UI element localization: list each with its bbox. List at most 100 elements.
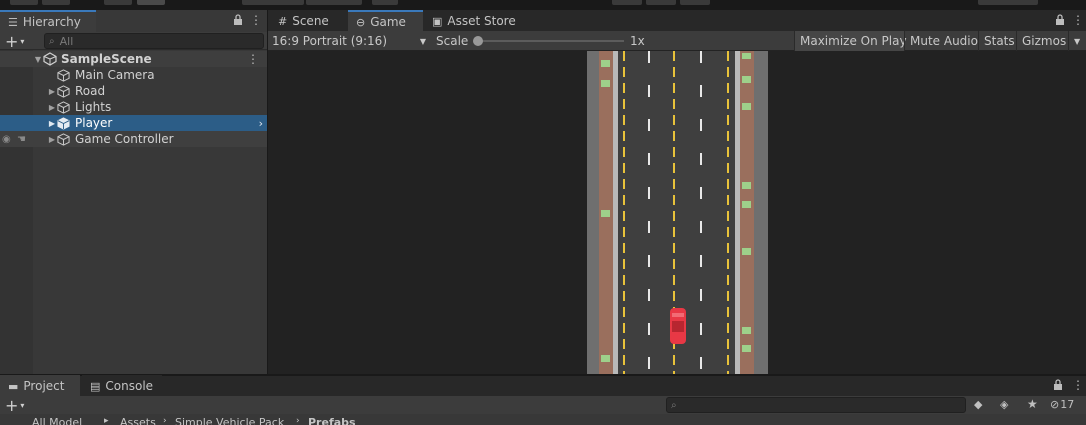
pivot-center-toggle[interactable]: [242, 0, 304, 5]
transform-tool-button[interactable]: [137, 0, 165, 5]
hierarchy-item-game-controller[interactable]: ◉ ☚ ▶ Game Controller: [0, 131, 267, 147]
game-toolbar: 16:9 Portrait (9:16) ▼ Scale 1x Maximize…: [268, 31, 1086, 51]
tab-label: Project: [23, 379, 65, 393]
plus-icon: +: [5, 395, 19, 415]
tab-console[interactable]: ▤ Console: [82, 375, 162, 397]
scale-slider[interactable]: [473, 36, 624, 46]
tab-label: Scene: [292, 14, 329, 28]
hierarchy-item-lights[interactable]: ▶ Lights: [0, 99, 267, 115]
search-icon: ⌕: [671, 399, 677, 411]
hierarchy-search-input[interactable]: ⌕ All: [44, 33, 264, 49]
stats-toggle[interactable]: Stats: [978, 31, 1016, 51]
favorites-star-icon[interactable]: ★: [1027, 397, 1038, 411]
breadcrumb-item[interactable]: Prefabs: [308, 416, 356, 425]
collab-button[interactable]: [978, 0, 1038, 5]
item-label: Player: [75, 116, 113, 130]
bottom-tabbar: [0, 376, 1086, 397]
aspect-label: 16:9 Portrait (9:16): [272, 34, 388, 48]
lock-icon[interactable]: [1052, 378, 1064, 392]
maximize-on-play-toggle[interactable]: Maximize On Play: [794, 31, 907, 51]
chevron-right-icon[interactable]: ›: [259, 117, 263, 130]
gameobject-cube-icon: [57, 84, 70, 98]
search-by-label-icon[interactable]: ◈: [1000, 398, 1008, 411]
tab-label: Hierarchy: [22, 15, 81, 29]
scale-slider-thumb[interactable]: [473, 36, 483, 46]
step-button[interactable]: [680, 0, 710, 5]
plus-icon: +: [5, 31, 19, 51]
expand-arrow-icon[interactable]: ▶: [47, 103, 57, 112]
eye-icon[interactable]: ◉: [2, 134, 11, 145]
prefab-cube-icon: [57, 116, 70, 130]
shopping-bag-icon: ▣: [432, 14, 443, 28]
tab-game[interactable]: ⊖ Game: [348, 10, 423, 32]
chevron-down-icon: ▾: [20, 36, 25, 46]
game-view[interactable]: [268, 51, 1086, 374]
hidden-count: 17: [1060, 398, 1075, 411]
hierarchy-item-road[interactable]: ▶ Road: [0, 83, 267, 99]
game-render: [587, 51, 768, 374]
breadcrumb-item[interactable]: Simple Vehicle Pack: [175, 416, 284, 425]
aspect-dropdown[interactable]: 16:9 Portrait (9:16) ▼: [268, 31, 430, 51]
grid-snap-button[interactable]: [372, 0, 398, 5]
grid-icon: #: [278, 14, 288, 28]
maximize-on-play-label: Maximize On Play: [800, 34, 907, 48]
expand-arrow-icon[interactable]: ▶: [47, 135, 57, 144]
project-panel: All Model ▸ Assets › Simple Vehicle Pack…: [0, 414, 1086, 425]
gizmos-label: Gizmos: [1022, 34, 1067, 48]
tab-asset-store[interactable]: ▣ Asset Store: [424, 10, 524, 32]
breadcrumb-separator-icon: ▸: [104, 416, 109, 425]
gizmos-dropdown[interactable]: ▼: [1068, 31, 1086, 51]
play-button[interactable]: [612, 0, 642, 5]
breadcrumb-item[interactable]: All Model: [32, 416, 82, 425]
chevron-down-icon: ▼: [419, 36, 426, 46]
eye-slash-icon: ⊘: [1050, 398, 1060, 411]
lock-icon[interactable]: [1054, 13, 1066, 27]
kebab-menu-icon[interactable]: ⋮: [1072, 13, 1084, 27]
hidden-packages-toggle[interactable]: ⊘ 17: [1050, 398, 1074, 411]
lock-icon[interactable]: [232, 13, 244, 27]
tab-label: Console: [105, 379, 154, 393]
tab-label: Game: [370, 15, 406, 29]
scene-name: SampleScene: [61, 52, 152, 66]
breadcrumb-separator-icon: ›: [296, 416, 300, 425]
tab-project[interactable]: ▬ Project: [0, 375, 80, 397]
scene-row[interactable]: ▼ SampleScene ⋮: [0, 51, 267, 67]
create-dropdown[interactable]: + ▾: [5, 395, 35, 415]
stats-label: Stats: [984, 34, 1015, 48]
hand-tool-button[interactable]: [10, 0, 38, 5]
kebab-menu-icon[interactable]: ⋮: [1072, 378, 1084, 392]
player-car: [670, 308, 686, 344]
move-tool-button[interactable]: [42, 0, 70, 5]
expand-arrow-icon[interactable]: ▶: [47, 87, 57, 96]
rect-tool-button[interactable]: [104, 0, 132, 5]
scale-value: 1x: [630, 34, 645, 48]
project-search-input[interactable]: ⌕: [666, 397, 966, 413]
scene-kebab-icon[interactable]: ⋮: [247, 52, 259, 66]
expand-arrow-icon[interactable]: ▶: [47, 119, 57, 128]
kebab-menu-icon[interactable]: ⋮: [250, 13, 262, 27]
search-by-type-icon[interactable]: ◆: [974, 398, 982, 411]
hierarchy-item-player[interactable]: ▶ Player ›: [0, 115, 267, 131]
tab-scene[interactable]: # Scene: [270, 10, 346, 32]
item-label: Lights: [75, 100, 112, 114]
breadcrumb-item[interactable]: Assets: [120, 416, 156, 425]
mute-audio-toggle[interactable]: Mute Audio: [904, 31, 978, 51]
hierarchy-item-main-camera[interactable]: Main Camera: [0, 67, 267, 83]
gameobject-cube-icon: [57, 132, 70, 146]
folder-icon: ▬: [8, 379, 19, 393]
pause-button[interactable]: [646, 0, 676, 5]
item-label: Road: [75, 84, 106, 98]
gamepad-icon: ⊖: [356, 15, 366, 29]
project-toolbar: + ▾ ⌕ ◆ ◈ ★ ⊘ 17: [0, 395, 1086, 415]
pick-hand-icon[interactable]: ☚: [17, 134, 26, 145]
expand-arrow-icon[interactable]: ▼: [33, 55, 43, 64]
tab-hierarchy[interactable]: ☰ Hierarchy: [0, 10, 96, 32]
pivot-local-toggle[interactable]: [306, 0, 362, 5]
search-icon: ⌕: [49, 35, 55, 47]
create-dropdown[interactable]: + ▾: [5, 31, 35, 51]
chevron-down-icon: ▼: [1074, 36, 1081, 46]
gizmos-toggle[interactable]: Gizmos: [1016, 31, 1068, 51]
breadcrumb-separator-icon: ›: [163, 416, 167, 425]
scale-label: Scale: [436, 34, 469, 48]
item-label: Main Camera: [75, 68, 155, 82]
